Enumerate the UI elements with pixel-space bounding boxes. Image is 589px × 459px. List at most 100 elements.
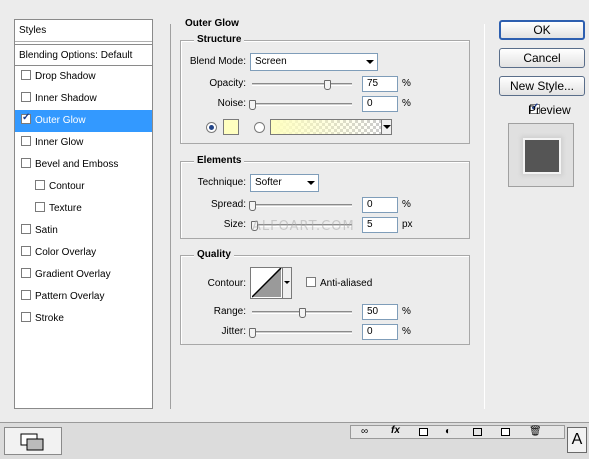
range-input[interactable]: 50 xyxy=(362,304,398,320)
opacity-unit: % xyxy=(402,78,411,89)
opacity-input[interactable]: 75 xyxy=(362,76,398,92)
style-item-inner-glow[interactable]: Inner Glow xyxy=(15,132,152,154)
style-label-texture: Texture xyxy=(49,203,82,214)
size-label: Size: xyxy=(223,219,246,230)
adjustment-icon[interactable]: ◐ xyxy=(445,426,451,437)
style-item-bevel-and-emboss[interactable]: Bevel and Emboss xyxy=(15,154,152,176)
style-checkbox-bevel-and-emboss[interactable] xyxy=(21,158,31,168)
chevron-down-icon xyxy=(383,125,391,129)
jitter-label: Jitter: xyxy=(221,326,246,337)
group-icon[interactable] xyxy=(473,428,482,436)
spread-slider-track[interactable] xyxy=(252,204,352,207)
style-checkbox-inner-glow[interactable] xyxy=(21,136,31,146)
opacity-label: Opacity: xyxy=(209,78,246,89)
gradient-dropdown-button[interactable] xyxy=(381,120,391,134)
gradient-radio[interactable] xyxy=(254,122,265,133)
noise-label: Noise: xyxy=(217,98,246,109)
style-label-bevel-and-emboss: Bevel and Emboss xyxy=(35,159,119,170)
trash-icon[interactable]: 🗑 xyxy=(529,426,542,437)
style-checkbox-contour[interactable] xyxy=(35,180,45,190)
style-checkbox-texture[interactable] xyxy=(35,202,45,212)
anti-aliased-label: Anti-aliased xyxy=(320,278,373,289)
style-item-satin[interactable]: Satin xyxy=(15,220,152,242)
type-tool-icon[interactable]: A xyxy=(567,427,587,453)
gradient-picker[interactable] xyxy=(270,119,392,135)
layer-thumbnail-button[interactable] xyxy=(4,427,62,455)
style-label-drop-shadow: Drop Shadow xyxy=(35,71,96,82)
solid-color-radio[interactable] xyxy=(206,122,217,133)
style-item-pattern-overlay[interactable]: Pattern Overlay xyxy=(15,286,152,308)
glow-color-swatch[interactable] xyxy=(223,119,239,135)
preview-swatch xyxy=(523,138,561,174)
style-label-outer-glow: Outer Glow xyxy=(35,115,86,126)
background-toolbar: ∞ fx ◐ 🗑 A xyxy=(0,422,589,459)
style-item-outer-glow[interactable]: Outer Glow xyxy=(15,110,152,132)
blending-options-item[interactable]: Blending Options: Default xyxy=(15,44,152,66)
opacity-slider-track[interactable] xyxy=(252,83,352,86)
noise-slider-track[interactable] xyxy=(252,103,352,106)
jitter-slider-track[interactable] xyxy=(252,331,352,334)
style-label-contour: Contour xyxy=(49,181,85,192)
style-checkbox-pattern-overlay[interactable] xyxy=(21,290,31,300)
style-label-inner-glow: Inner Glow xyxy=(35,137,84,148)
elements-title: Elements xyxy=(194,155,245,166)
style-label-inner-shadow: Inner Shadow xyxy=(35,93,97,104)
range-slider-thumb[interactable] xyxy=(299,308,306,318)
technique-select[interactable]: Softer xyxy=(250,174,319,192)
structure-title: Structure xyxy=(194,34,245,45)
style-item-drop-shadow[interactable]: Drop Shadow xyxy=(15,66,152,88)
style-checkbox-satin[interactable] xyxy=(21,224,31,234)
styles-list: Styles Blending Options: Default Drop Sh… xyxy=(14,19,153,409)
spread-slider-thumb[interactable] xyxy=(249,201,256,211)
layers-icon xyxy=(20,433,44,451)
range-label: Range: xyxy=(213,306,246,317)
jitter-slider-thumb[interactable] xyxy=(249,328,256,338)
blend-mode-label: Blend Mode: xyxy=(189,56,246,67)
range-unit: % xyxy=(402,306,411,317)
noise-slider-thumb[interactable] xyxy=(249,100,256,110)
spread-input[interactable]: 0 xyxy=(362,197,398,213)
style-label-color-overlay: Color Overlay xyxy=(35,247,97,258)
style-checkbox-inner-shadow[interactable] xyxy=(21,92,31,102)
fx-icon[interactable]: fx xyxy=(391,425,400,436)
new-style-button[interactable]: New Style... xyxy=(499,76,585,96)
styles-header[interactable]: Styles xyxy=(15,20,152,42)
noise-input[interactable]: 0 xyxy=(362,96,398,112)
style-checkbox-outer-glow[interactable] xyxy=(21,112,31,124)
technique-value: Softer xyxy=(255,177,282,188)
cancel-button[interactable]: Cancel xyxy=(499,48,585,68)
style-item-inner-shadow[interactable]: Inner Shadow xyxy=(15,88,152,110)
opacity-slider-thumb[interactable] xyxy=(324,80,331,90)
contour-picker[interactable] xyxy=(250,267,292,299)
blend-mode-select[interactable]: Screen xyxy=(250,53,378,71)
spread-label: Spread: xyxy=(210,199,246,210)
style-label-gradient-overlay: Gradient Overlay xyxy=(35,269,111,280)
style-checkbox-gradient-overlay[interactable] xyxy=(21,268,31,278)
jitter-input[interactable]: 0 xyxy=(362,324,398,340)
anti-aliased-checkbox[interactable] xyxy=(306,277,316,287)
chevron-down-icon xyxy=(366,60,374,64)
contour-linear-icon xyxy=(252,268,282,298)
style-checkbox-drop-shadow[interactable] xyxy=(21,70,31,80)
spread-unit: % xyxy=(402,199,411,210)
style-item-stroke[interactable]: Stroke xyxy=(15,308,152,330)
style-label-stroke: Stroke xyxy=(35,313,64,324)
style-item-gradient-overlay[interactable]: Gradient Overlay xyxy=(15,264,152,286)
link-icon[interactable]: ∞ xyxy=(361,426,368,437)
style-item-contour[interactable]: Contour xyxy=(15,176,152,198)
ok-button[interactable]: OK xyxy=(499,20,585,40)
contour-dropdown-button[interactable] xyxy=(282,268,291,298)
style-label-satin: Satin xyxy=(35,225,58,236)
technique-label: Technique: xyxy=(197,177,246,188)
size-input[interactable]: 5 xyxy=(362,217,398,233)
style-checkbox-color-overlay[interactable] xyxy=(21,246,31,256)
layer-actions-bar: ∞ fx ◐ 🗑 xyxy=(350,425,565,439)
chevron-down-icon xyxy=(284,281,290,284)
new-layer-icon[interactable] xyxy=(501,428,510,436)
style-item-texture[interactable]: Texture xyxy=(15,198,152,220)
preview-label: Preview xyxy=(528,103,571,117)
mask-icon[interactable] xyxy=(419,428,428,436)
contour-label: Contour: xyxy=(207,278,246,289)
style-item-color-overlay[interactable]: Color Overlay xyxy=(15,242,152,264)
style-checkbox-stroke[interactable] xyxy=(21,312,31,322)
